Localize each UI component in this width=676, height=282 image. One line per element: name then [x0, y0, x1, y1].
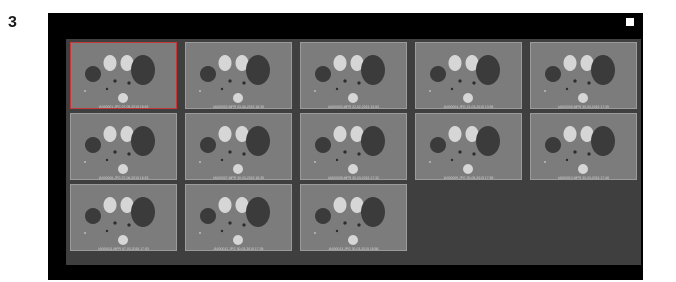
image-thumbnail[interactable] [530, 113, 637, 180]
thumbnail-image [71, 114, 176, 179]
thumbnail-grid: IA000001.JPG 07-05-2015 18:53 IA000002.MP… [66, 39, 641, 265]
thumbnail-image [301, 114, 406, 179]
device-screen: IA000001.JPG 07-05-2015 18:53 IA000002.MP… [48, 13, 671, 280]
pin-icon[interactable] [667, 18, 671, 24]
step-number: 3 [8, 14, 17, 31]
thumbnail-image [301, 185, 406, 250]
thumbnail-caption: IA000012.JPG 30-03-2015 17:35 [213, 247, 264, 251]
image-thumbnail[interactable] [185, 184, 292, 251]
thumbnail-caption: IA000001.JPG 07-05-2015 18:53 [98, 105, 149, 109]
thumbnail-image [186, 114, 291, 179]
thumbnail-caption: IA000003.MPR 22-02-2015 13:53 [328, 105, 379, 109]
image-thumbnail[interactable] [70, 113, 177, 180]
thumbnail-caption: IA000004.JPG 21-03-2015 13:55 [443, 105, 494, 109]
image-thumbnail[interactable] [530, 42, 637, 109]
image-thumbnail[interactable] [70, 42, 177, 109]
thumbnail-caption: IA000011.MPR 07-03-2015 17:53 [98, 247, 149, 251]
image-thumbnail[interactable] [415, 42, 522, 109]
thumbnail-caption: IA000005.MPR 30-03-2015 17:35 [558, 105, 609, 109]
image-thumbnail[interactable] [300, 42, 407, 109]
thumbnail-caption: IA000002.MPR 03-06-2015 18:35 [213, 105, 264, 109]
thumbnail-image [71, 185, 176, 250]
image-thumbnail[interactable] [415, 113, 522, 180]
thumbnail-image [531, 43, 636, 108]
thumbnail-caption: IA000006.JPG 07-06-2015 16:53 [98, 176, 149, 180]
image-thumbnail[interactable] [185, 42, 292, 109]
thumbnail-image [186, 43, 291, 108]
thumbnail-caption: IA000010.MPR 30-03-2015 17:48 [558, 176, 609, 180]
thumbnail-image [301, 43, 406, 108]
image-thumbnail[interactable] [300, 113, 407, 180]
image-thumbnail[interactable] [70, 184, 177, 251]
thumbnail-caption: IA000008.MPR 30-03-2015 17:32 [328, 176, 379, 180]
image-thumbnail[interactable] [185, 113, 292, 180]
thumbnail-caption: IA000009.JPG 30-05-2015 17:55 [443, 176, 494, 180]
save-icon[interactable] [626, 18, 634, 26]
thumbnail-caption: IA000007.MPR 30-03-2015 18:35 [213, 176, 264, 180]
thumbnail-image [71, 43, 176, 108]
thumbnail-image [416, 114, 521, 179]
thumbnail-image [186, 185, 291, 250]
image-thumbnail[interactable] [300, 184, 407, 251]
thumbnail-image [416, 43, 521, 108]
thumbnail-image [531, 114, 636, 179]
thumbnail-caption: IA000013.JPG 30-03-2015 18:58 [328, 247, 379, 251]
